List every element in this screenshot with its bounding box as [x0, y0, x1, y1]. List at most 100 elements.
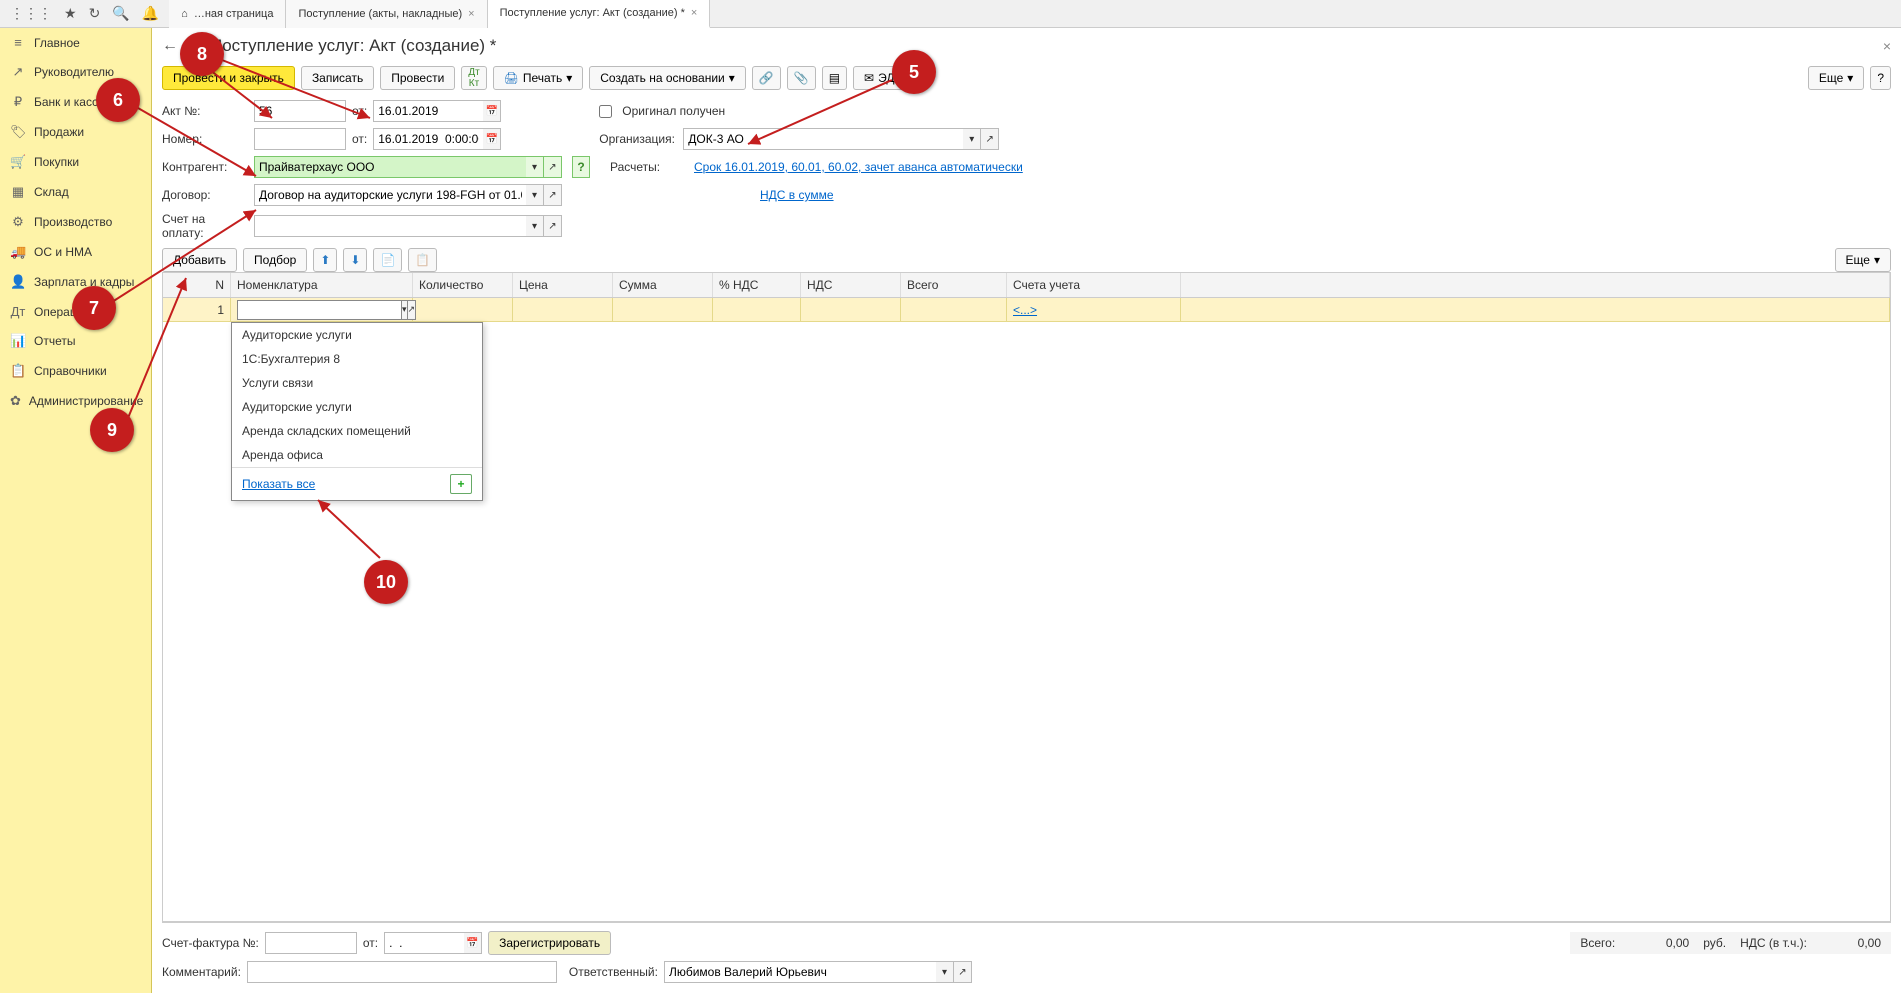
- nomenclature-input[interactable]: [237, 300, 402, 320]
- link-button[interactable]: 🔗: [752, 66, 781, 90]
- sidebar-label: Главное: [34, 36, 80, 50]
- save-button[interactable]: Записать: [301, 66, 374, 90]
- calc-link[interactable]: Срок 16.01.2019, 60.01, 60.02, зачет ава…: [694, 160, 1023, 174]
- bell-icon[interactable]: 🔔: [142, 5, 159, 22]
- org-input[interactable]: [683, 128, 963, 150]
- sidebar-item-admin[interactable]: ✿Администрирование: [0, 386, 151, 416]
- sidebar-item-production[interactable]: ⚙Производство: [0, 207, 151, 237]
- more-button[interactable]: Еще ▾: [1808, 66, 1864, 90]
- help-button[interactable]: ?: [1870, 66, 1891, 90]
- cell-nds-pct[interactable]: [713, 298, 801, 322]
- act-date-input[interactable]: [373, 100, 483, 122]
- show-all-link[interactable]: Показать все: [242, 477, 315, 491]
- annotation-badge-5: 5: [892, 50, 936, 94]
- calendar-icon[interactable]: 📅: [483, 100, 501, 122]
- move-up-button[interactable]: ⬆: [313, 248, 337, 272]
- open-icon[interactable]: ↗: [544, 215, 562, 237]
- annotation-badge-8: 8: [180, 32, 224, 76]
- cell-qty[interactable]: [413, 298, 513, 322]
- chart-icon: 📊: [10, 333, 26, 349]
- dropdown-item[interactable]: Аренда складских помещений: [232, 419, 482, 443]
- structure-button[interactable]: ▤: [822, 66, 847, 90]
- tab-receipts[interactable]: Поступление (акты, накладные) ×: [286, 0, 487, 28]
- person-icon: 👤: [10, 274, 26, 290]
- chevron-down-icon[interactable]: ▾: [963, 128, 981, 150]
- hint-button[interactable]: ?: [572, 156, 590, 178]
- create-based-button[interactable]: Создать на основании ▾: [589, 66, 746, 90]
- calendar-icon[interactable]: 📅: [483, 128, 501, 150]
- calendar-icon[interactable]: 📅: [464, 932, 482, 954]
- cell-nomenclature[interactable]: ▾ ↗: [231, 298, 413, 322]
- sf-no-input[interactable]: [265, 932, 357, 954]
- act-no-input[interactable]: [254, 100, 346, 122]
- add-icon[interactable]: +: [450, 474, 472, 494]
- register-button[interactable]: Зарегистрировать: [488, 931, 611, 955]
- dropdown-item[interactable]: Аренда офиса: [232, 443, 482, 467]
- col-accounts: Счета учета: [1007, 273, 1181, 297]
- pick-button[interactable]: Подбор: [243, 248, 307, 272]
- dropdown-item[interactable]: Аудиторские услуги: [232, 323, 482, 347]
- sidebar-item-sales[interactable]: 🏷Продажи: [0, 117, 151, 147]
- dropdown-footer: Показать все +: [232, 467, 482, 500]
- open-icon[interactable]: ↗: [954, 961, 972, 983]
- chevron-down-icon: ▾: [1847, 71, 1853, 85]
- history-icon[interactable]: ↻: [89, 5, 101, 22]
- items-table: N Номенклатура Количество Цена Сумма % Н…: [162, 272, 1891, 922]
- nds-link[interactable]: НДС в сумме: [760, 188, 834, 202]
- arrow-up-icon: ⬆: [320, 253, 330, 267]
- chevron-down-icon[interactable]: ▾: [526, 156, 544, 178]
- original-received-checkbox[interactable]: [599, 105, 612, 118]
- cell-total[interactable]: [901, 298, 1007, 322]
- close-icon[interactable]: ×: [468, 8, 474, 20]
- tab-current[interactable]: Поступление услуг: Акт (создание) * ×: [488, 0, 711, 28]
- sidebar-item-main[interactable]: ≡Главное: [0, 28, 151, 57]
- counterparty-input[interactable]: [254, 156, 526, 178]
- attach-button[interactable]: 📎: [787, 66, 816, 90]
- table-row[interactable]: 1 ▾ ↗ <...>: [163, 298, 1890, 322]
- tab-home[interactable]: ⌂ …ная страница: [169, 0, 286, 28]
- table-more-button[interactable]: Еще ▾: [1835, 248, 1891, 272]
- responsible-input[interactable]: [664, 961, 936, 983]
- post-button[interactable]: Провести: [380, 66, 455, 90]
- post-close-button[interactable]: Провести и закрыть: [162, 66, 295, 90]
- chevron-down-icon[interactable]: ▾: [526, 215, 544, 237]
- cell-accounts[interactable]: <...>: [1007, 298, 1181, 322]
- accounts-link[interactable]: <...>: [1013, 303, 1037, 317]
- dropdown-item[interactable]: Услуги связи: [232, 371, 482, 395]
- open-icon[interactable]: ↗: [981, 128, 999, 150]
- cell-sum[interactable]: [613, 298, 713, 322]
- copy-button[interactable]: 📄: [373, 248, 402, 272]
- sidebar-item-purchases[interactable]: 🛒Покупки: [0, 147, 151, 177]
- sidebar-item-salary[interactable]: 👤Зарплата и кадры: [0, 267, 151, 297]
- open-icon[interactable]: ↗: [544, 184, 562, 206]
- print-button[interactable]: 🖨 Печать ▾: [493, 66, 584, 90]
- dropdown-item[interactable]: Аудиторские услуги: [232, 395, 482, 419]
- cell-nds[interactable]: [801, 298, 901, 322]
- sidebar-item-assets[interactable]: 🚚ОС и НМА: [0, 237, 151, 267]
- sidebar-item-reports[interactable]: 📊Отчеты: [0, 326, 151, 356]
- dt-kt-button[interactable]: ДтКт: [461, 66, 486, 90]
- sidebar-item-catalogs[interactable]: 📋Справочники: [0, 356, 151, 386]
- open-icon[interactable]: ↗: [544, 156, 562, 178]
- add-row-button[interactable]: Добавить: [162, 248, 237, 272]
- number-input[interactable]: [254, 128, 346, 150]
- back-icon[interactable]: ←: [162, 37, 178, 55]
- move-down-button[interactable]: ⬇: [343, 248, 367, 272]
- star-icon[interactable]: ★: [64, 5, 77, 22]
- contract-input[interactable]: [254, 184, 526, 206]
- sf-date-input[interactable]: [384, 932, 464, 954]
- chevron-down-icon[interactable]: ▾: [526, 184, 544, 206]
- close-icon[interactable]: ×: [691, 7, 697, 19]
- paste-button[interactable]: 📋: [408, 248, 437, 272]
- comment-input[interactable]: [247, 961, 557, 983]
- number-date-input[interactable]: [373, 128, 483, 150]
- search-icon[interactable]: 🔍: [112, 5, 129, 22]
- sidebar-item-warehouse[interactable]: ▦Склад: [0, 177, 151, 207]
- cell-price[interactable]: [513, 298, 613, 322]
- chevron-down-icon[interactable]: ▾: [936, 961, 954, 983]
- close-page-icon[interactable]: ×: [1883, 38, 1891, 54]
- col-n: N: [163, 273, 231, 297]
- dropdown-item[interactable]: 1С:Бухгалтерия 8: [232, 347, 482, 371]
- apps-icon[interactable]: ⋮⋮⋮: [10, 5, 52, 22]
- invoice-input[interactable]: [254, 215, 526, 237]
